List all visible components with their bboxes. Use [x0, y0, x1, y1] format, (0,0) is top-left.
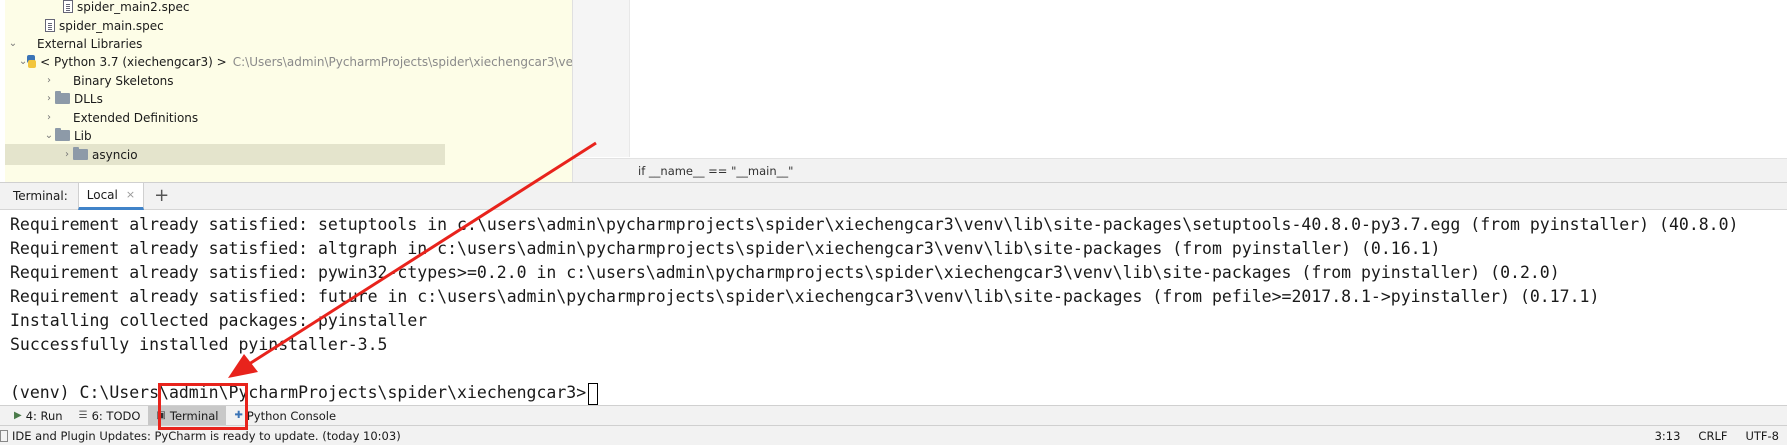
folder-icon	[55, 91, 70, 104]
tree-item-label: DLLs	[74, 91, 103, 106]
add-tab-icon[interactable]: +	[154, 187, 169, 205]
status-bar: IDE and Plugin Updates: PyCharm is ready…	[0, 425, 1787, 445]
terminal-output[interactable]: Requirement already satisfied: setuptool…	[0, 210, 1787, 405]
tree-item-label: Lib	[74, 128, 92, 143]
todo-tool-button[interactable]: ☰ 6: TODO	[71, 406, 149, 426]
run-tool-button[interactable]: ▶ 4: Run	[0, 406, 71, 426]
tab-label: Local	[86, 187, 118, 202]
tree-item-python-sdk[interactable]: ⌄ < Python 3.7 (xiechengcar3) > C:\Users…	[5, 51, 573, 72]
python-icon	[27, 55, 37, 68]
breadcrumb[interactable]: if __name__ == "__main__"	[573, 158, 1787, 182]
chevron-right-icon[interactable]: ›	[43, 93, 55, 104]
library-icon	[55, 112, 69, 124]
annotation-highlight-box	[158, 383, 248, 430]
terminal-label: Terminal:	[13, 189, 68, 203]
terminal-line: Requirement already satisfied: future in…	[10, 287, 1600, 306]
tool-window-bar: ▶ 4: Run ☰ 6: TODO ▣ Terminal ✚ Python C…	[0, 405, 1787, 426]
breadcrumb-item[interactable]: if __name__ == "__main__"	[638, 164, 793, 178]
library-icon	[55, 75, 69, 87]
tool-button-label: Python Console	[246, 408, 337, 423]
tree-item-asyncio[interactable]: › asyncio	[5, 144, 445, 165]
close-icon[interactable]: ×	[126, 188, 135, 201]
file-icon	[63, 0, 73, 13]
terminal-line: Successfully installed pyinstaller-3.5	[10, 335, 388, 354]
terminal-tab-bar: Terminal: Local × +	[0, 182, 1787, 210]
tree-item-label: External Libraries	[37, 36, 143, 51]
terminal-line: Installing collected packages: pyinstall…	[10, 311, 428, 330]
tool-button-label: 6: TODO	[91, 408, 141, 423]
tree-item-label: Extended Definitions	[73, 110, 199, 125]
terminal-prompt: (venv) C:\Users\admin\PycharmProjects\sp…	[10, 383, 587, 402]
file-encoding[interactable]: UTF-8	[1745, 429, 1779, 443]
folder-icon	[73, 147, 88, 160]
tree-item-label: asyncio	[92, 147, 138, 162]
project-tree[interactable]: spider_main2.spec spider_main.spec ⌄ Ext…	[5, 0, 573, 182]
tool-button-label: 4: Run	[25, 408, 63, 423]
tree-item-label: spider_main2.spec	[77, 0, 190, 14]
tab-local[interactable]: Local ×	[77, 182, 145, 210]
file-icon	[45, 19, 55, 32]
terminal-line: Requirement already satisfied: setuptool…	[10, 215, 1739, 234]
tree-item-label: Binary Skeletons	[73, 73, 174, 88]
tree-item-label: < Python 3.7 (xiechengcar3) >	[40, 54, 227, 69]
caret-position[interactable]: 3:13	[1655, 429, 1681, 443]
tree-item-label: spider_main.spec	[59, 18, 164, 33]
tree-item-lib[interactable]: ⌄ Lib	[5, 125, 572, 146]
chevron-down-icon[interactable]: ⌄	[43, 130, 55, 141]
toggle-tool-windows-icon[interactable]	[0, 430, 8, 442]
status-message[interactable]: IDE and Plugin Updates: PyCharm is ready…	[0, 429, 1655, 443]
sdk-path: C:\Users\admin\PycharmProjects\spider\xi…	[232, 54, 573, 69]
chevron-down-icon[interactable]: ⌄	[7, 38, 19, 49]
line-separator[interactable]: CRLF	[1698, 429, 1727, 443]
todo-icon: ☰	[78, 410, 88, 421]
folder-icon	[55, 128, 70, 141]
code-editor[interactable]: if __name__ == "__main__"	[573, 0, 1787, 182]
run-icon: ▶	[14, 410, 22, 421]
terminal-line: Requirement already satisfied: altgraph …	[10, 239, 1441, 258]
tree-item-dlls[interactable]: › DLLs	[5, 88, 572, 109]
text-cursor	[588, 382, 599, 405]
chevron-right-icon[interactable]: ›	[61, 149, 73, 160]
library-icon	[19, 38, 33, 50]
chevron-right-icon[interactable]: ›	[43, 75, 55, 86]
terminal-prompt-line[interactable]: (venv) C:\Users\admin\PycharmProjects\sp…	[10, 381, 1787, 405]
terminal-line: Requirement already satisfied: pywin32-c…	[10, 263, 1560, 282]
chevron-right-icon[interactable]: ›	[43, 112, 55, 123]
chevron-down-icon[interactable]: ⌄	[19, 56, 27, 67]
editor-gutter	[573, 0, 630, 157]
